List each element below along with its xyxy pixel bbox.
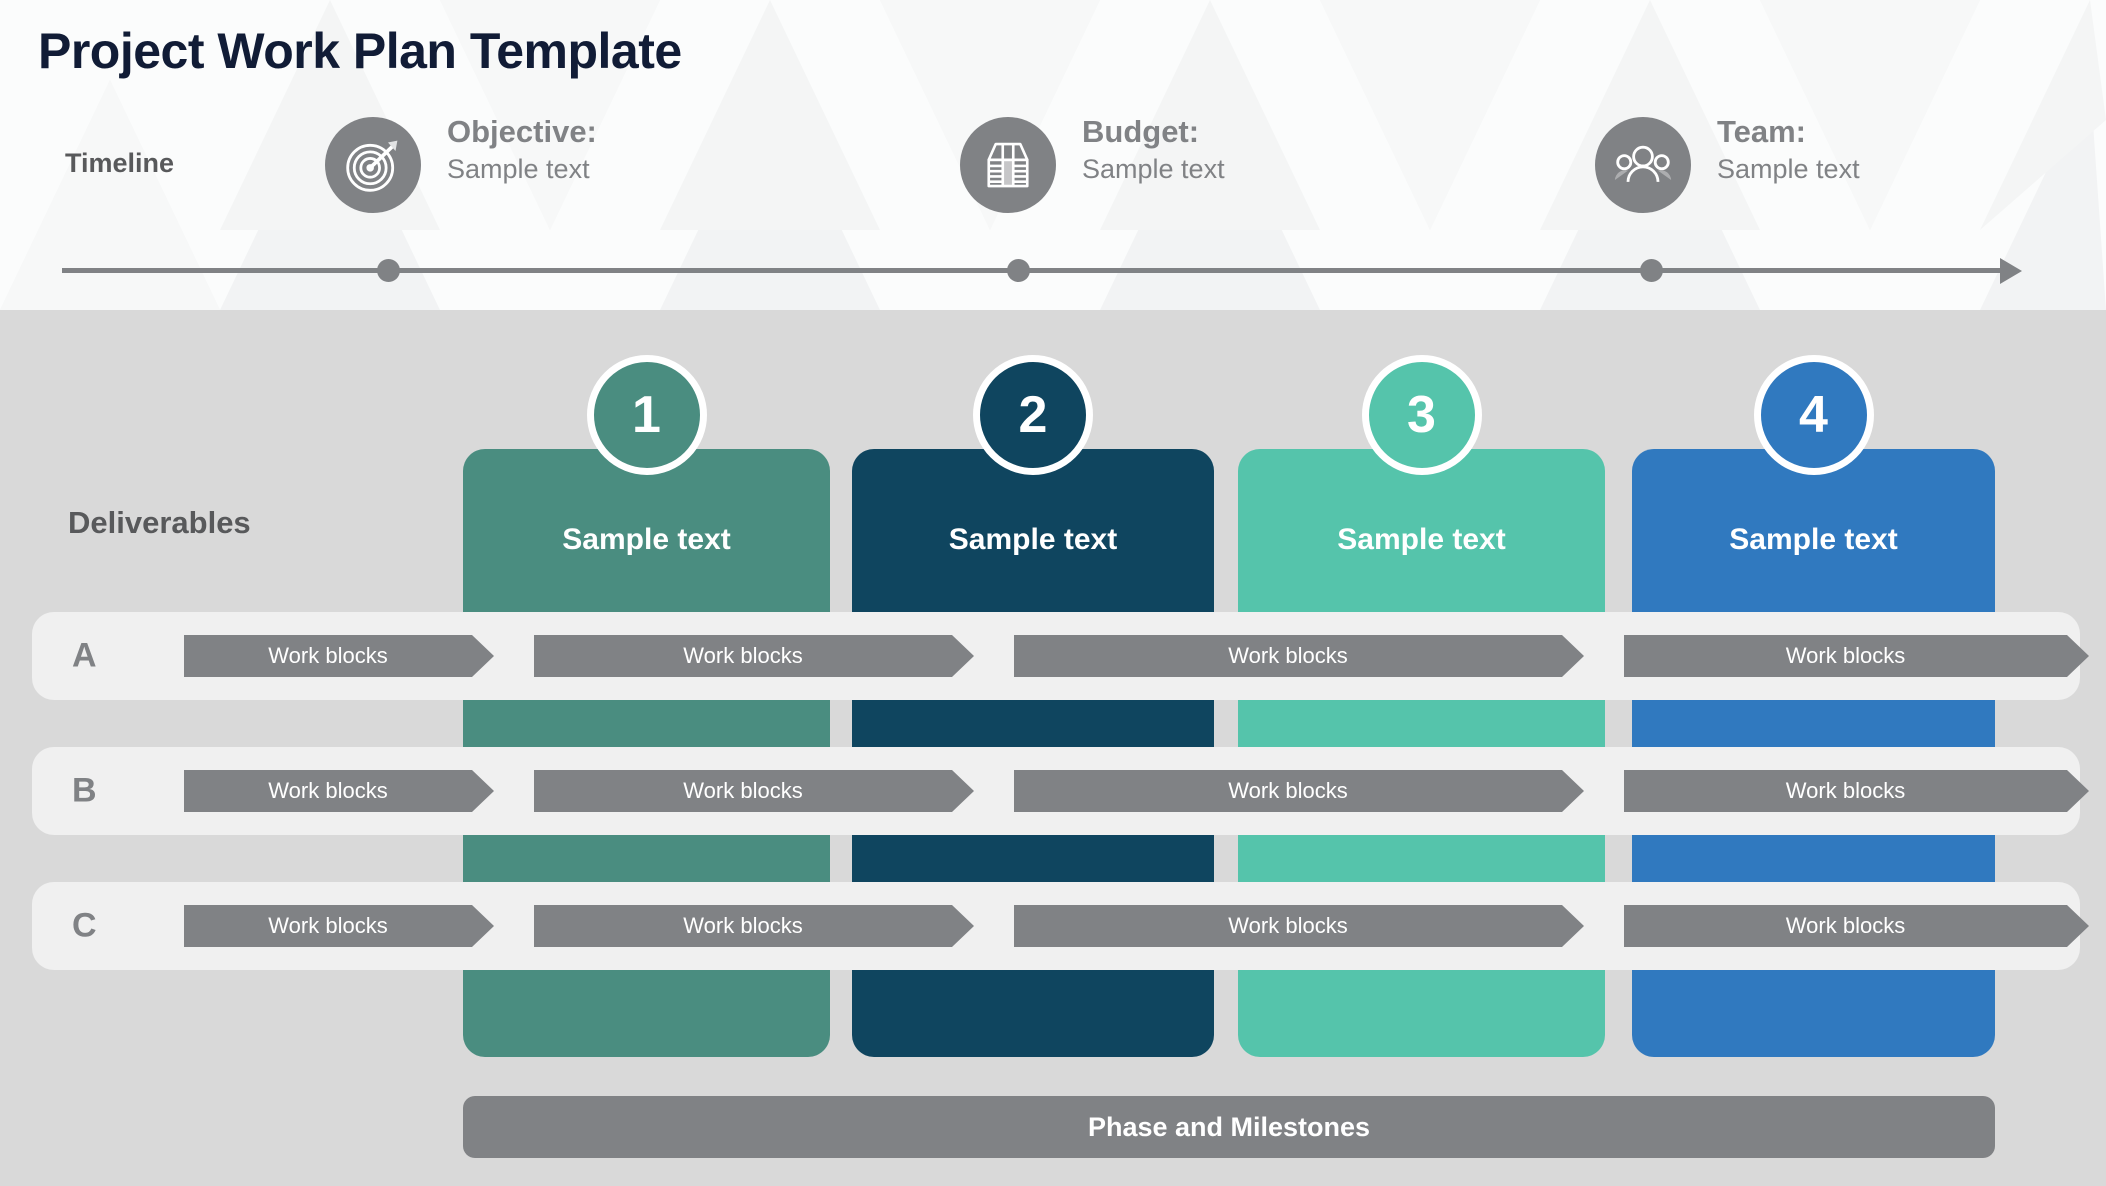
timeline-dot-2: [1007, 259, 1030, 282]
work-block-label: Work blocks: [683, 778, 803, 803]
row-letter-c: C: [72, 906, 97, 945]
work-block-b4[interactable]: Work blocks: [1624, 770, 2089, 812]
work-block-a3[interactable]: Work blocks: [1014, 635, 1584, 677]
work-block-a2[interactable]: Work blocks: [534, 635, 974, 677]
work-block-label: Work blocks: [268, 643, 388, 668]
phase-badge-2: 2: [973, 355, 1093, 475]
budget-sample-text: Sample text: [1082, 154, 1225, 185]
phase-number-4: 4: [1799, 386, 1828, 444]
meta-text-budget: Budget: Sample text: [1082, 113, 1225, 187]
timeline-arrow-head-icon: [2000, 258, 2022, 284]
timeline-dot-1: [377, 259, 400, 282]
work-block-c3[interactable]: Work blocks: [1014, 905, 1584, 947]
team-people-icon-glyph: [1614, 145, 1672, 182]
work-block-label: Work blocks: [268, 913, 388, 938]
target-icon: [325, 117, 421, 213]
work-block-b2[interactable]: Work blocks: [534, 770, 974, 812]
phase-title-2: Sample text: [948, 523, 1118, 556]
treasure-chest-icon: [960, 117, 1056, 213]
meta-text-objective: Objective: Sample text: [447, 113, 597, 187]
work-block-label: Work blocks: [268, 778, 388, 803]
phase-and-milestones-label: Phase and Milestones: [1087, 1111, 1371, 1142]
work-block-b3[interactable]: Work blocks: [1014, 770, 1584, 812]
phase-and-milestones-bar[interactable]: Phase and Milestones: [463, 1096, 1995, 1158]
team-title: Team:: [1717, 114, 1807, 149]
page-title: Project Work Plan Template: [38, 23, 682, 79]
work-block-label: Work blocks: [1785, 913, 1906, 938]
team-people-icon: [1595, 117, 1691, 213]
timeline-label: Timeline: [65, 148, 175, 178]
work-block-c2[interactable]: Work blocks: [534, 905, 974, 947]
phase-title-1: Sample text: [562, 523, 731, 556]
row-letter-b: B: [72, 771, 97, 810]
phase-badge-4: 4: [1753, 355, 1874, 475]
phase-badge-1: 1: [586, 355, 707, 475]
objective-sample-text: Sample text: [447, 154, 590, 185]
phase-badge-3: 3: [1361, 355, 1482, 475]
table-row: C Work blocks Work blocks Work blocks Wo…: [32, 882, 2080, 970]
meta-text-team: Team: Sample text: [1717, 113, 1860, 187]
work-block-label: Work blocks: [1228, 913, 1348, 938]
work-block-label: Work blocks: [683, 913, 803, 938]
work-block-label: Work blocks: [1785, 643, 1906, 668]
treasure-chest-icon-glyph: [987, 142, 1029, 188]
work-block-b1[interactable]: Work blocks: [184, 770, 494, 812]
deliverables-label: Deliverables: [68, 505, 251, 540]
phase-title-4: Sample text: [1729, 523, 1898, 556]
phase-number-1: 1: [632, 386, 661, 444]
work-block-a1[interactable]: Work blocks: [184, 635, 494, 677]
work-block-a4[interactable]: Work blocks: [1624, 635, 2089, 677]
work-block-label: Work blocks: [1228, 778, 1348, 803]
target-icon-glyph: [346, 140, 398, 192]
row-letter-a: A: [72, 636, 97, 675]
phase-number-3: 3: [1407, 386, 1436, 444]
header-panel: Project Work Plan Template Timeline Obje…: [0, 0, 2106, 310]
timeline-axis-line: [62, 268, 2007, 273]
work-block-c1[interactable]: Work blocks: [184, 905, 494, 947]
work-block-label: Work blocks: [683, 643, 803, 668]
work-block-c4[interactable]: Work blocks: [1624, 905, 2089, 947]
table-row: B Work blocks Work blocks Work blocks Wo…: [32, 747, 2080, 835]
phase-title-3: Sample text: [1337, 523, 1506, 556]
work-block-label: Work blocks: [1228, 643, 1348, 668]
budget-title: Budget:: [1082, 114, 1200, 149]
timeline-dot-3: [1640, 259, 1663, 282]
table-row: A Work blocks Work blocks Work blocks Wo…: [32, 612, 2080, 700]
team-sample-text: Sample text: [1717, 154, 1860, 185]
phase-number-2: 2: [1018, 386, 1048, 444]
work-block-label: Work blocks: [1785, 778, 1906, 803]
objective-title: Objective:: [447, 114, 597, 149]
